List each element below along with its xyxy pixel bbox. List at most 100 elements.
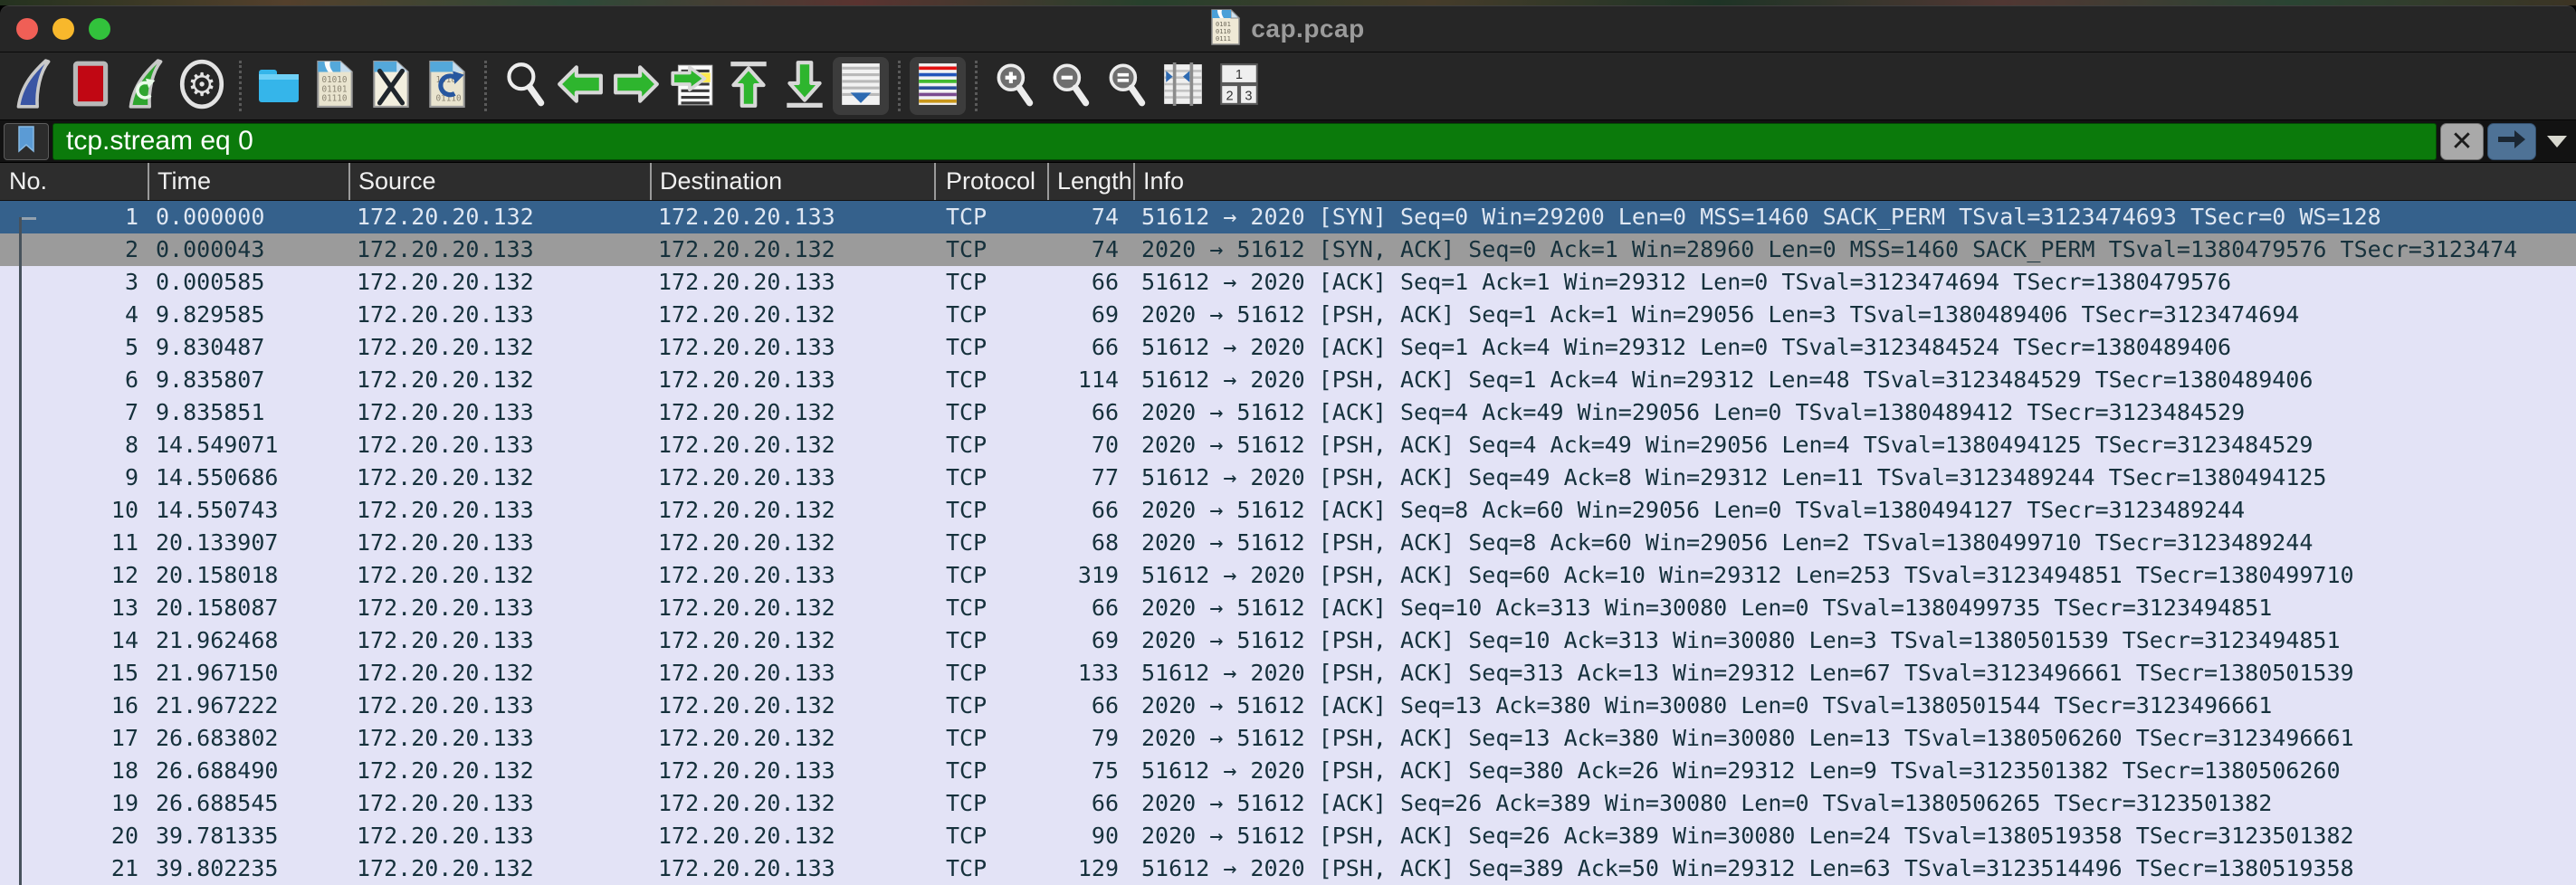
packet-row[interactable]: 30.000585172.20.20.132172.20.20.133TCP66… xyxy=(0,266,2576,299)
packet-row[interactable]: 2139.802235172.20.20.132172.20.20.133TCP… xyxy=(0,852,2576,885)
cell-proto: TCP xyxy=(934,331,1047,364)
reload-file-button[interactable]: 1010 01110 xyxy=(419,57,475,115)
cell-src: 172.20.20.133 xyxy=(348,527,650,559)
packet-row[interactable]: 1826.688490172.20.20.132172.20.20.133TCP… xyxy=(0,755,2576,787)
packet-row[interactable]: 2039.781335172.20.20.133172.20.20.132TCP… xyxy=(0,820,2576,852)
find-packet-button[interactable] xyxy=(496,57,552,115)
stop-capture-button[interactable] xyxy=(62,57,118,115)
column-header-info[interactable]: Info xyxy=(1133,163,2576,200)
stop-square-icon xyxy=(67,58,112,115)
cell-time: 0.000043 xyxy=(148,233,348,266)
cell-src: 172.20.20.133 xyxy=(348,429,650,462)
packet-row[interactable]: 914.550686172.20.20.132172.20.20.133TCP7… xyxy=(0,462,2576,494)
close-window-button[interactable] xyxy=(16,18,38,40)
packet-row[interactable]: 1421.962468172.20.20.133172.20.20.132TCP… xyxy=(0,624,2576,657)
layout-button[interactable]: 1 2 3 xyxy=(1211,57,1267,115)
cell-no: 1 xyxy=(0,201,148,233)
column-header-protocol[interactable]: Protocol xyxy=(934,163,1047,200)
cell-info: 51612 → 2020 [ACK] Seq=1 Ack=1 Win=29312… xyxy=(1133,266,2576,299)
cell-time: 39.802235 xyxy=(148,852,348,885)
cell-src: 172.20.20.133 xyxy=(348,624,650,657)
packet-row[interactable]: 1726.683802172.20.20.133172.20.20.132TCP… xyxy=(0,722,2576,755)
open-file-button[interactable] xyxy=(251,57,307,115)
packet-row[interactable]: 1926.688545172.20.20.133172.20.20.132TCP… xyxy=(0,787,2576,820)
packet-row[interactable]: 49.829585172.20.20.133172.20.20.132TCP69… xyxy=(0,299,2576,331)
auto-scroll-button[interactable] xyxy=(833,57,889,115)
zoom-100-button[interactable] xyxy=(1099,57,1155,115)
cell-info: 2020 → 51612 [SYN, ACK] Seq=0 Ack=1 Win=… xyxy=(1133,233,2576,266)
zoom-window-button[interactable] xyxy=(89,18,110,40)
packet-row[interactable]: 20.000043172.20.20.133172.20.20.132TCP74… xyxy=(0,233,2576,266)
cell-info: 2020 → 51612 [PSH, ACK] Seq=1 Ack=1 Win=… xyxy=(1133,299,2576,331)
cell-len: 66 xyxy=(1047,787,1133,820)
window-titlebar: 0101 0110 0111 cap.pcap xyxy=(0,5,2576,52)
cell-proto: TCP xyxy=(934,527,1047,559)
cell-proto: TCP xyxy=(934,722,1047,755)
cell-info: 51612 → 2020 [ACK] Seq=1 Ack=4 Win=29312… xyxy=(1133,331,2576,364)
display-filter-input[interactable] xyxy=(52,123,2437,160)
close-file-button[interactable] xyxy=(363,57,419,115)
cell-no: 11 xyxy=(0,527,148,559)
cell-len: 69 xyxy=(1047,624,1133,657)
minimize-window-button[interactable] xyxy=(52,18,74,40)
packet-row[interactable]: 1621.967222172.20.20.133172.20.20.132TCP… xyxy=(0,690,2576,722)
cell-no: 10 xyxy=(0,494,148,527)
cell-info: 51612 → 2020 [PSH, ACK] Seq=49 Ack=8 Win… xyxy=(1133,462,2576,494)
svg-text:⚙: ⚙ xyxy=(187,66,216,103)
cell-time: 9.835807 xyxy=(148,364,348,396)
cell-time: 14.550686 xyxy=(148,462,348,494)
column-header-source[interactable]: Source xyxy=(348,163,650,200)
cell-dst: 172.20.20.132 xyxy=(650,722,934,755)
save-file-button[interactable]: 01010 01101 01110 xyxy=(307,57,363,115)
go-back-button[interactable] xyxy=(552,57,608,115)
display-filter-bar: ✕ xyxy=(0,120,2576,163)
pcap-file-icon: 0101 0110 0111 xyxy=(1211,9,1240,50)
zoom-in-button[interactable] xyxy=(987,57,1043,115)
packet-row[interactable]: 814.549071172.20.20.133172.20.20.132TCP7… xyxy=(0,429,2576,462)
resize-columns-button[interactable] xyxy=(1155,57,1211,115)
packet-row[interactable]: 69.835807172.20.20.132172.20.20.133TCP11… xyxy=(0,364,2576,396)
filter-bookmark-button[interactable] xyxy=(4,123,49,160)
cell-info: 2020 → 51612 [ACK] Seq=4 Ack=49 Win=2905… xyxy=(1133,396,2576,429)
cell-src: 172.20.20.133 xyxy=(348,299,650,331)
packet-row[interactable]: 1220.158018172.20.20.132172.20.20.133TCP… xyxy=(0,559,2576,592)
cell-time: 9.830487 xyxy=(148,331,348,364)
packet-row[interactable]: 79.835851172.20.20.133172.20.20.132TCP66… xyxy=(0,396,2576,429)
restart-capture-button[interactable] xyxy=(118,57,174,115)
close-document-icon xyxy=(372,60,410,113)
cell-len: 66 xyxy=(1047,690,1133,722)
packet-row[interactable]: 1120.133907172.20.20.133172.20.20.132TCP… xyxy=(0,527,2576,559)
packet-row[interactable]: 59.830487172.20.20.132172.20.20.133TCP66… xyxy=(0,331,2576,364)
cell-no: 8 xyxy=(0,429,148,462)
folder-icon xyxy=(255,62,302,111)
cell-proto: TCP xyxy=(934,429,1047,462)
cell-no: 20 xyxy=(0,820,148,852)
cell-dst: 172.20.20.133 xyxy=(650,559,934,592)
go-to-packet-button[interactable] xyxy=(664,57,720,115)
sharkfin-restart-icon xyxy=(123,58,168,115)
column-header-destination[interactable]: Destination xyxy=(650,163,934,200)
toolbar-separator xyxy=(484,61,487,111)
packet-row[interactable]: 1320.158087172.20.20.133172.20.20.132TCP… xyxy=(0,592,2576,624)
packet-row[interactable]: 1521.967150172.20.20.132172.20.20.133TCP… xyxy=(0,657,2576,690)
filter-dropdown-caret[interactable] xyxy=(2547,136,2567,148)
filter-clear-button[interactable]: ✕ xyxy=(2440,123,2484,160)
colorize-button[interactable] xyxy=(910,57,966,115)
packet-row[interactable]: 1014.550743172.20.20.133172.20.20.132TCP… xyxy=(0,494,2576,527)
packet-row[interactable]: 10.000000172.20.20.132172.20.20.133TCP74… xyxy=(0,201,2576,233)
go-first-packet-button[interactable] xyxy=(720,57,777,115)
cell-len: 133 xyxy=(1047,657,1133,690)
cell-no: 17 xyxy=(0,722,148,755)
zoom-out-button[interactable] xyxy=(1043,57,1099,115)
column-header-time[interactable]: Time xyxy=(148,163,348,200)
go-last-packet-button[interactable] xyxy=(777,57,833,115)
capture-options-button[interactable]: ⚙ xyxy=(174,57,230,115)
cell-info: 51612 → 2020 [PSH, ACK] Seq=389 Ack=50 W… xyxy=(1133,852,2576,885)
filter-apply-button[interactable] xyxy=(2487,123,2536,160)
cell-src: 172.20.20.132 xyxy=(348,462,650,494)
column-header-length[interactable]: Length xyxy=(1047,163,1133,200)
start-capture-button[interactable] xyxy=(5,57,62,115)
go-forward-button[interactable] xyxy=(608,57,664,115)
cell-info: 2020 → 51612 [ACK] Seq=13 Ack=380 Win=30… xyxy=(1133,690,2576,722)
column-header-no[interactable]: No. xyxy=(0,163,148,200)
